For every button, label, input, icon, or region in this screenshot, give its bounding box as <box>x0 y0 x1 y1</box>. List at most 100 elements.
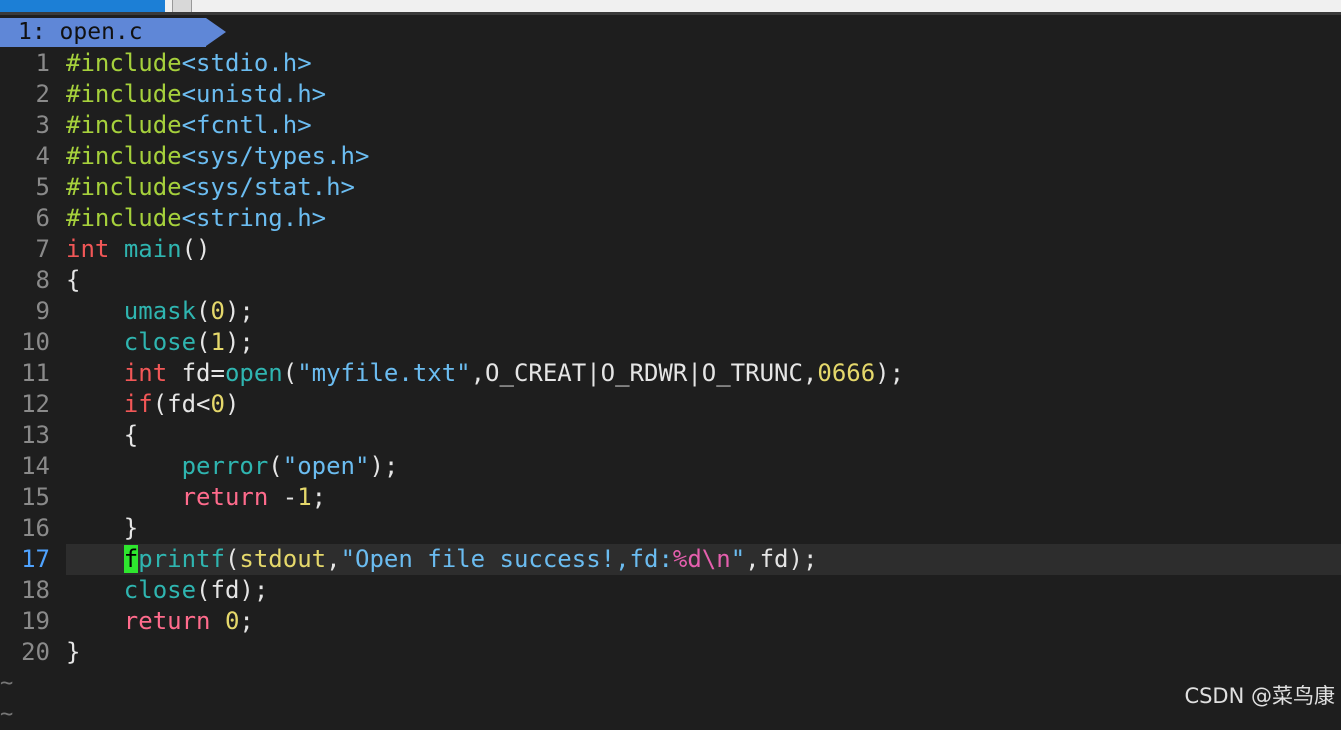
code-line[interactable]: 17 fprintf(stdout,"Open file success!,fd… <box>0 544 1341 575</box>
code-text[interactable]: } <box>66 513 138 544</box>
line-number: 2 <box>35 80 50 108</box>
code-token: ( <box>268 452 283 480</box>
line-number: 15 <box>21 483 50 511</box>
code-token: ( <box>196 328 211 356</box>
code-token: fd= <box>167 359 225 387</box>
code-line[interactable]: 16 } <box>0 513 1341 544</box>
watermark: CSDN @菜鸟康 <box>1184 684 1335 708</box>
code-token: <sys/types.h> <box>181 142 370 170</box>
code-token: ,O_CREAT|O_RDWR|O_TRUNC, <box>470 359 818 387</box>
code-line[interactable]: 2 #include<unistd.h> <box>0 79 1341 110</box>
code-token: "open" <box>282 452 370 480</box>
code-text[interactable]: int fd=open("myfile.txt",O_CREAT|O_RDWR|… <box>66 358 904 389</box>
code-text[interactable]: #include<stdio.h> <box>66 48 312 79</box>
code-text[interactable]: umask(0); <box>66 296 254 327</box>
top-window-bar <box>0 0 1341 15</box>
code-token: close <box>123 328 197 356</box>
code-line[interactable]: 14 perror("open"); <box>0 451 1341 482</box>
code-token: } <box>66 638 81 666</box>
line-number: 20 <box>21 638 50 666</box>
code-token: ; <box>239 607 254 635</box>
empty-line-marker: ~ <box>0 702 14 727</box>
code-token: return <box>123 607 211 635</box>
code-line[interactable]: 5 #include<sys/stat.h> <box>0 172 1341 203</box>
code-text[interactable]: int main() <box>66 234 211 265</box>
code-token: " <box>730 545 746 573</box>
buffer-tab[interactable]: 1: open.c <box>0 18 206 47</box>
code-line[interactable]: 11 int fd=open("myfile.txt",O_CREAT|O_RD… <box>0 358 1341 389</box>
code-text[interactable]: #include<fcntl.h> <box>66 110 312 141</box>
code-token: 0 <box>224 607 240 635</box>
code-token: ,fd); <box>745 545 818 573</box>
code-text[interactable]: #include<sys/stat.h> <box>66 172 355 203</box>
code-text[interactable]: #include<sys/types.h> <box>66 141 369 172</box>
empty-line-marker: ~ <box>0 671 14 696</box>
line-number: 19 <box>21 607 50 635</box>
code-line[interactable]: 20} <box>0 637 1341 668</box>
code-token: <string.h> <box>181 204 327 232</box>
code-token: printf <box>138 545 225 573</box>
code-line[interactable]: 10 close(1); <box>0 327 1341 358</box>
code-line[interactable]: 6 #include<string.h> <box>0 203 1341 234</box>
code-token: , <box>326 545 341 573</box>
top-window-tab-secondary[interactable] <box>172 0 192 12</box>
code-token: - <box>268 483 298 511</box>
line-number: 11 <box>21 359 50 387</box>
code-text[interactable]: { <box>66 265 80 296</box>
code-text[interactable]: close(fd); <box>66 575 269 606</box>
code-line[interactable]: 9 umask(0); <box>0 296 1341 327</box>
code-token: int <box>123 359 168 387</box>
code-line[interactable]: 13 { <box>0 420 1341 451</box>
code-line[interactable]: 18 close(fd); <box>0 575 1341 606</box>
code-token: if <box>123 390 153 418</box>
code-token: #include <box>66 142 182 170</box>
code-line[interactable]: 19 return 0; <box>0 606 1341 637</box>
code-text[interactable]: fprintf(stdout,"Open file success!,fd:%d… <box>66 544 817 575</box>
top-window-tab[interactable] <box>0 0 165 12</box>
code-token: <sys/stat.h> <box>181 173 355 201</box>
line-number: 9 <box>35 297 50 325</box>
code-token: { <box>66 266 81 294</box>
code-text[interactable]: perror("open"); <box>66 451 399 482</box>
code-text[interactable]: #include<unistd.h> <box>66 79 326 110</box>
code-line[interactable]: 12 if(fd<0) <box>0 389 1341 420</box>
code-token: 0 <box>210 390 225 418</box>
code-text[interactable]: return 0; <box>66 606 254 637</box>
code-text[interactable]: return -1; <box>66 482 327 513</box>
code-text[interactable]: } <box>66 637 80 668</box>
code-text[interactable]: close(1); <box>66 327 254 358</box>
code-token: perror <box>181 452 269 480</box>
code-text[interactable]: #include<string.h> <box>66 203 326 234</box>
code-line[interactable]: 4 #include<sys/types.h> <box>0 141 1341 172</box>
code-token: #include <box>66 173 182 201</box>
code-line[interactable]: 1 #include<stdio.h> <box>0 48 1341 79</box>
code-token: %d\n <box>672 545 731 573</box>
code-token: ); <box>224 297 254 325</box>
code-text[interactable]: if(fd<0) <box>66 389 240 420</box>
code-line[interactable]: 3 #include<fcntl.h> <box>0 110 1341 141</box>
code-token: (fd); <box>196 576 269 604</box>
code-token: ( <box>224 545 240 573</box>
code-line[interactable]: 15 return -1; <box>0 482 1341 513</box>
code-line[interactable]: 7 int main() <box>0 234 1341 265</box>
code-line[interactable]: 8{ <box>0 265 1341 296</box>
line-number: 4 <box>35 142 50 170</box>
code-token: } <box>66 514 139 542</box>
code-editor[interactable]: 1 #include<stdio.h> 2 #include<unistd.h> 3 #i… <box>0 48 1341 668</box>
line-number: 12 <box>21 390 50 418</box>
code-token: (fd< <box>152 390 211 418</box>
code-token: 0666 <box>817 359 876 387</box>
line-number: 8 <box>35 266 50 294</box>
code-text[interactable]: { <box>66 420 138 451</box>
code-token: "Open file success!,fd: <box>340 545 673 573</box>
line-number: 1 <box>35 49 50 77</box>
